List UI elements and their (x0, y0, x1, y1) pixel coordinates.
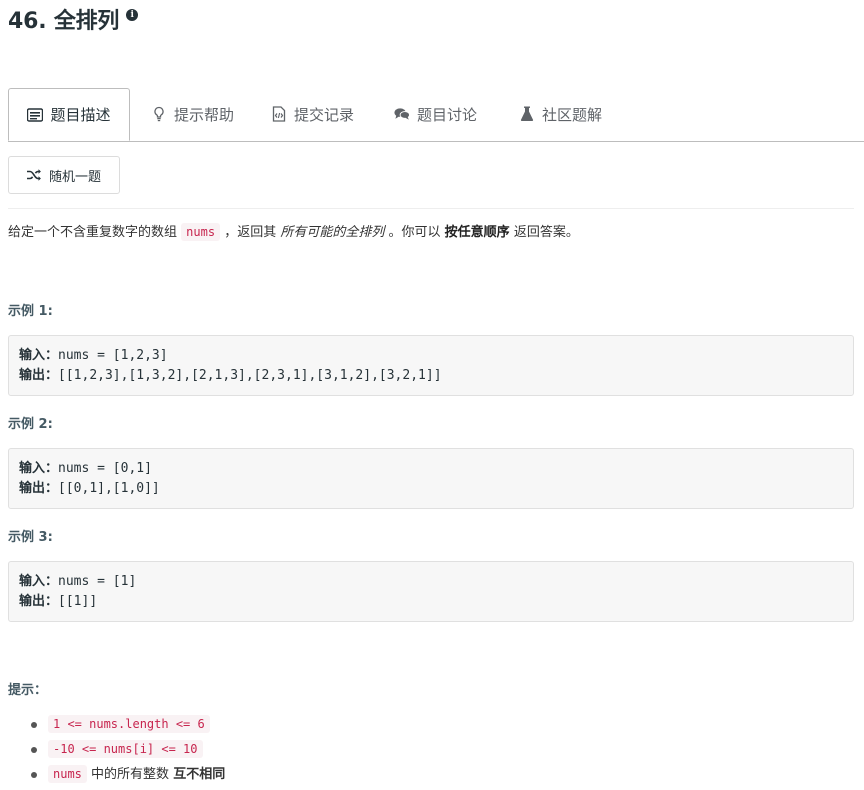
description-text: 给定一个不含重复数字的数组 (8, 225, 178, 240)
list-item: -10 <= nums[i] <= 10 (28, 737, 225, 762)
output-key: 输出： (19, 481, 59, 496)
output-value: [[1]] (58, 594, 98, 609)
tab-hints[interactable]: 提示帮助 (151, 88, 234, 140)
description-bold: 按任意顺序 (444, 225, 510, 240)
tips-list: 1 <= nums.length <= 6 -10 <= nums[i] <= … (28, 712, 225, 787)
description-text: ，返回其 (224, 225, 277, 240)
tab-label: 社区题解 (542, 105, 603, 124)
example-block: 输入：nums = [1] 输出：[[1]] (8, 561, 854, 622)
random-button-label: 随机一题 (48, 169, 101, 185)
tab-submissions[interactable]: 提交记录 (271, 88, 354, 140)
list-item: nums 中的所有整数 互不相同 (28, 762, 225, 787)
problem-header: 46. 全排列 i (8, 6, 139, 40)
output-value: [[0,1],[1,0]] (58, 481, 160, 496)
example-block: 输入：nums = [1,2,3] 输出：[[1,2,3],[1,3,2],[2… (8, 335, 854, 396)
description-icon (27, 107, 44, 123)
tips-label: 提示： (8, 683, 48, 698)
output-key: 输出： (19, 594, 59, 609)
tip-bold: 互不相同 (173, 767, 226, 782)
divider (8, 208, 854, 209)
lightbulb-icon (151, 106, 167, 122)
example-block: 输入：nums = [0,1] 输出：[[0,1],[1,0]] (8, 448, 854, 509)
example-label: 示例 1: (8, 304, 53, 319)
comments-icon (394, 106, 410, 122)
random-problem-button[interactable]: 随机一题 (8, 156, 120, 194)
tip-text: 中的所有整数 (91, 767, 170, 782)
tab-label: 题目描述 (50, 106, 111, 124)
problem-tabs: 题目描述 提示帮助 提交记录 题目讨论 社区题解 (8, 88, 864, 142)
tab-label: 提交记录 (294, 105, 355, 124)
input-key: 输入： (19, 574, 59, 589)
description-text: 。你可以 (388, 225, 441, 240)
shuffle-icon (26, 169, 41, 181)
input-key: 输入： (19, 461, 59, 476)
code-file-icon (271, 106, 287, 122)
output-value: [[1,2,3],[1,3,2],[2,1,3],[2,3,1],[3,1,2]… (58, 368, 442, 383)
tab-discussion[interactable]: 题目讨论 (394, 88, 477, 140)
tab-solutions[interactable]: 社区题解 (519, 88, 602, 140)
inline-code: nums (181, 223, 221, 241)
tab-label: 提示帮助 (174, 105, 235, 124)
problem-title: 46. 全排列 (8, 9, 120, 34)
input-value: nums = [1] (58, 574, 137, 589)
input-value: nums = [0,1] (58, 461, 152, 476)
inline-code: 1 <= nums.length <= 6 (48, 715, 210, 733)
description-emphasis: 所有可能的全排列 (280, 225, 385, 240)
info-icon[interactable]: i (126, 9, 139, 21)
example-label: 示例 3: (8, 530, 53, 545)
input-key: 输入： (19, 348, 59, 363)
flask-icon (519, 106, 535, 122)
inline-code: nums (48, 765, 87, 783)
output-key: 输出： (19, 368, 59, 383)
description-text: 返回答案。 (513, 225, 579, 240)
tab-label: 题目讨论 (417, 105, 478, 124)
input-value: nums = [1,2,3] (58, 348, 168, 363)
list-item: 1 <= nums.length <= 6 (28, 712, 225, 737)
example-label: 示例 2: (8, 417, 53, 432)
tab-description[interactable]: 题目描述 (8, 88, 130, 141)
inline-code: -10 <= nums[i] <= 10 (48, 740, 203, 758)
problem-description: 给定一个不含重复数字的数组 nums ，返回其 所有可能的全排列 。你可以 按任… (8, 220, 579, 245)
